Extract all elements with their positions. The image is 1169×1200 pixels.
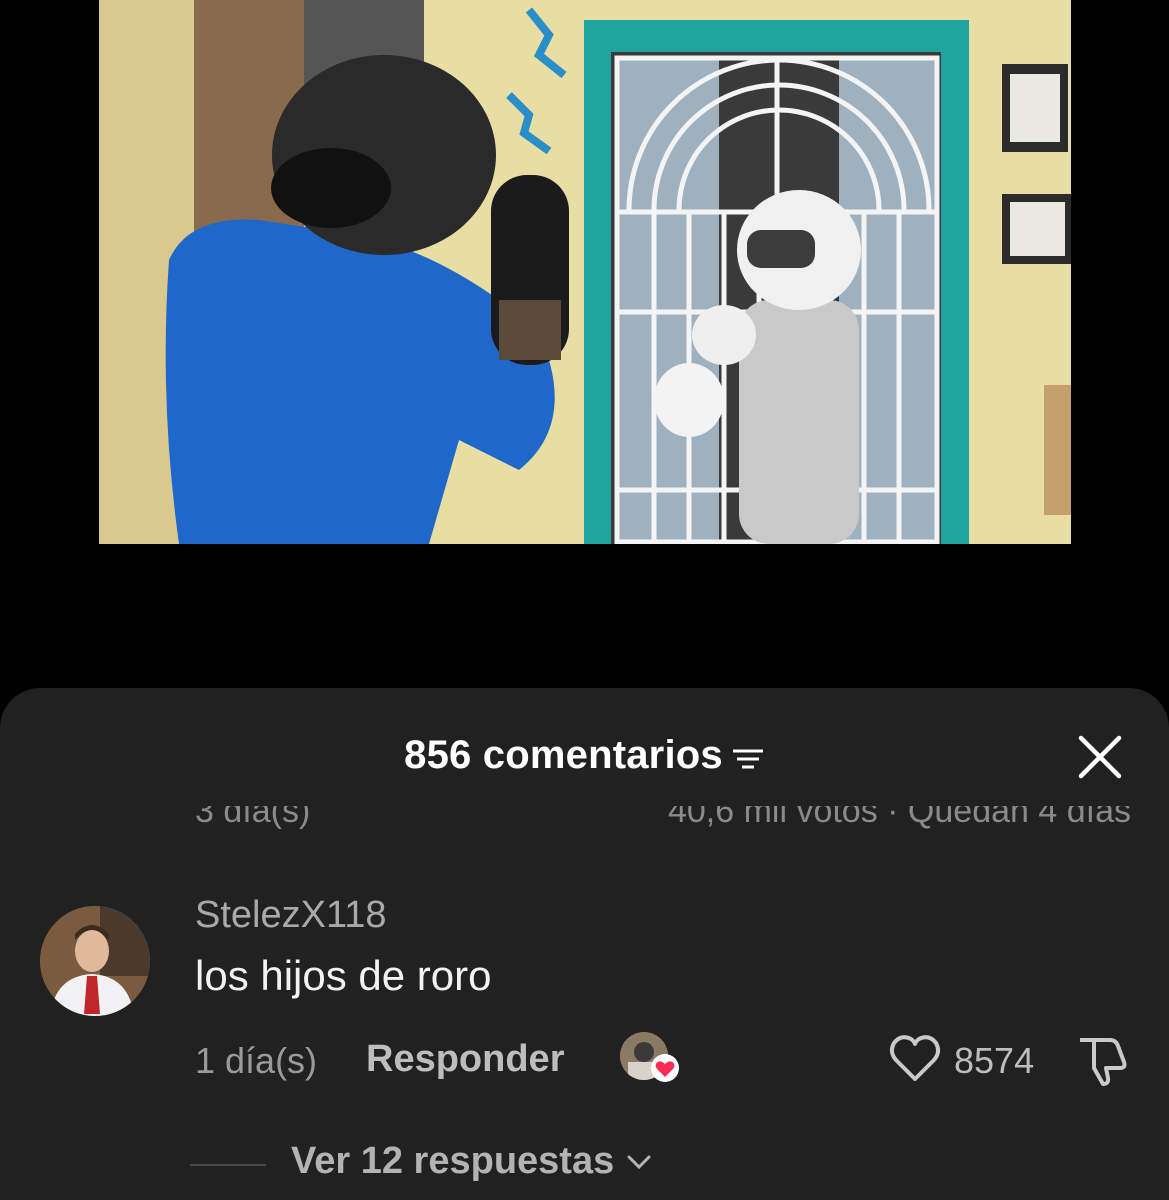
close-icon xyxy=(1078,735,1122,779)
thumbs-down-icon xyxy=(1080,1038,1127,1086)
creator-liked-badge xyxy=(620,1032,682,1088)
reply-button[interactable]: Responder xyxy=(366,1038,564,1081)
view-replies-button[interactable]: Ver 12 respuestas xyxy=(291,1140,652,1183)
chevron-down-icon xyxy=(627,1155,651,1169)
close-comments-button[interactable] xyxy=(1075,732,1125,782)
view-replies-row: Ver 12 respuestas xyxy=(0,1140,1169,1190)
replies-divider xyxy=(190,1164,266,1166)
comment-username[interactable]: StelezX118 xyxy=(195,894,387,937)
comments-count-title: 856 comentarios xyxy=(404,732,723,777)
comments-sheet: 856 comentarios 3 día(s) 40,6 mil votos … xyxy=(0,688,1169,1200)
video-frame xyxy=(99,0,1071,544)
dislike-button[interactable] xyxy=(1072,1034,1130,1086)
comment-text: los hijos de roro xyxy=(195,952,492,999)
previous-comment-meta-partial: 3 día(s) 40,6 mil votos · Quedan 4 días xyxy=(0,806,1169,832)
view-replies-label: Ver 12 respuestas xyxy=(291,1140,615,1182)
comments-header: 856 comentarios xyxy=(0,688,1169,822)
like-button[interactable] xyxy=(888,1032,942,1084)
comment-time: 1 día(s) xyxy=(195,1040,318,1081)
avatar[interactable] xyxy=(40,906,150,1016)
user-avatar-image xyxy=(40,906,150,1016)
previous-comment-time: 3 día(s) xyxy=(195,806,311,830)
video-player[interactable] xyxy=(99,0,1071,544)
comment-actions-row: 1 día(s) Responder 8574 xyxy=(0,1032,1169,1086)
sort-filter-icon[interactable] xyxy=(731,746,765,772)
heart-outline-icon xyxy=(889,1035,941,1081)
like-count: 8574 xyxy=(954,1040,1035,1081)
heart-badge-icon xyxy=(651,1054,679,1082)
poll-votes-info: 40,6 mil votos · Quedan 4 días xyxy=(667,806,1131,830)
